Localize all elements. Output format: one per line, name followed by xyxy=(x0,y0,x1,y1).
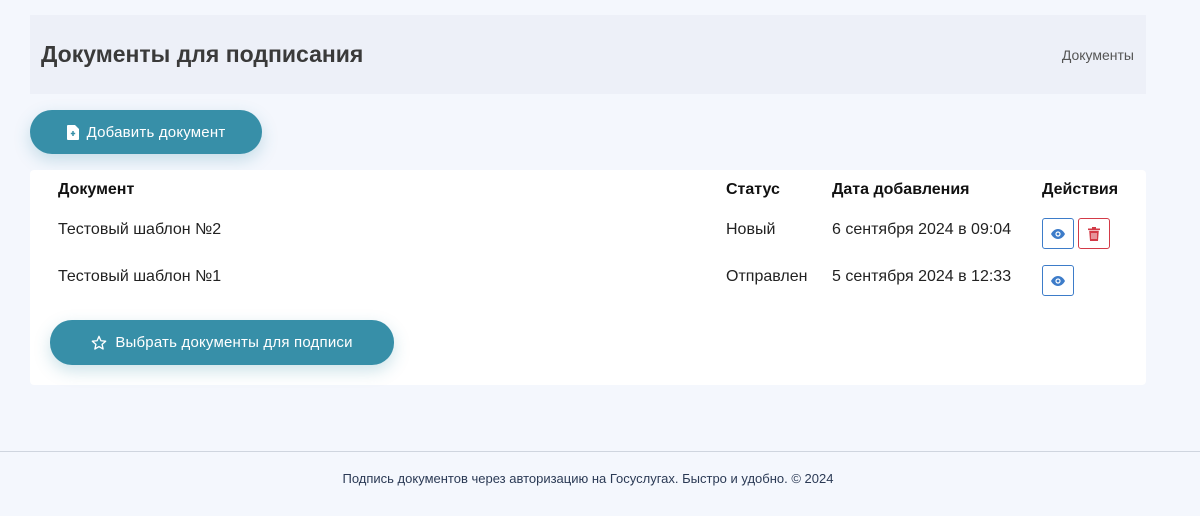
select-documents-button[interactable]: Выбрать документы для подписи xyxy=(50,320,394,365)
footer-text: Подпись документов через авторизацию на … xyxy=(342,471,834,486)
eye-icon xyxy=(1051,228,1065,239)
select-documents-label: Выбрать документы для подписи xyxy=(115,334,353,351)
row-1-date: 6 сентября 2024 в 09:04 xyxy=(832,221,1012,238)
file-plus-icon xyxy=(66,124,79,140)
row-1-document[interactable]: Тестовый шаблон №2 xyxy=(58,221,221,239)
row-1-delete-button[interactable] xyxy=(1078,218,1110,249)
page-header: Документы для подписания Документы xyxy=(30,15,1146,94)
column-header-document: Документ xyxy=(58,181,135,198)
footer-divider xyxy=(0,451,1200,452)
row-2-view-button[interactable] xyxy=(1042,265,1074,296)
trash-icon xyxy=(1088,226,1100,241)
star-icon xyxy=(91,335,107,351)
row-2-document[interactable]: Тестовый шаблон №1 xyxy=(58,268,221,286)
row-1-status: Новый xyxy=(726,221,776,238)
row-1-view-button[interactable] xyxy=(1042,218,1074,249)
column-header-actions: Действия xyxy=(1042,181,1119,198)
documents-table: Документ Статус Дата добавления Действия… xyxy=(30,170,1146,385)
add-document-label: Добавить документ xyxy=(86,123,226,141)
row-2-date: 5 сентября 2024 в 12:33 xyxy=(832,268,1012,285)
add-document-button[interactable]: Добавить документ xyxy=(30,110,262,154)
breadcrumb[interactable]: Документы xyxy=(1062,47,1134,63)
page-title: Документы для подписания xyxy=(41,41,364,67)
row-2-status: Отправлен xyxy=(726,268,808,285)
column-header-status: Статус xyxy=(726,181,780,198)
column-header-date: Дата добавления xyxy=(832,181,970,198)
eye-icon xyxy=(1051,275,1065,286)
